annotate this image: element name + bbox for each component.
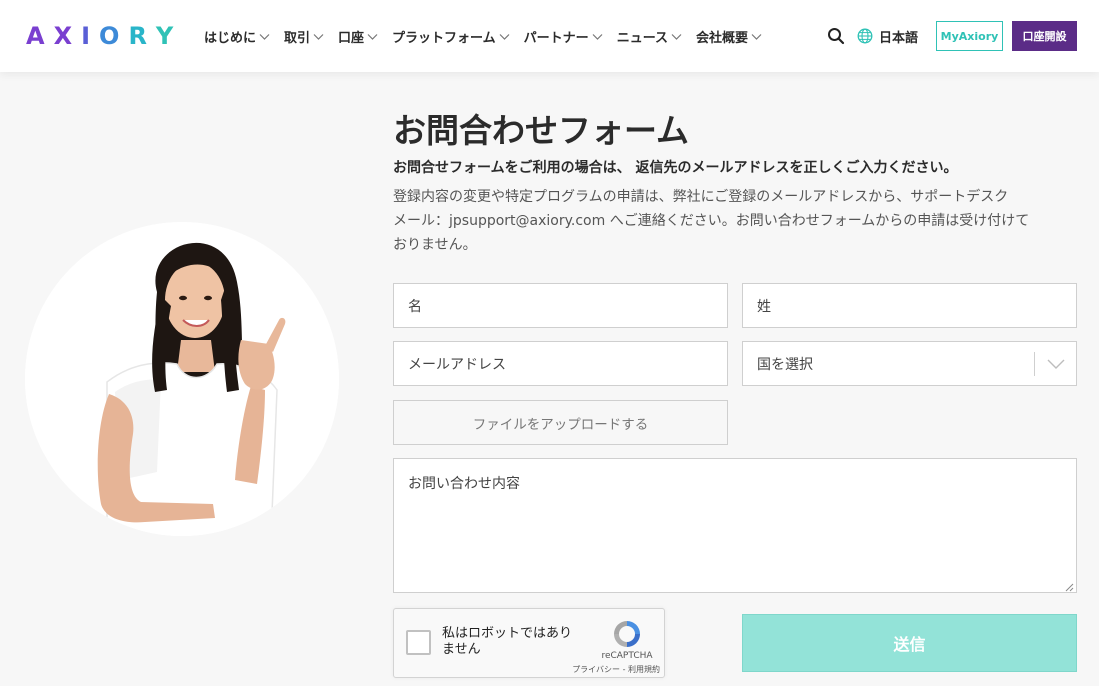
logo-letter: O: [99, 22, 129, 50]
file-upload-label: ファイルをアップロードする: [472, 416, 649, 433]
nav-item-label: ニュース: [616, 30, 669, 46]
chevron-down-icon: [313, 31, 324, 42]
recaptcha-brand: reCAPTCHA: [601, 651, 653, 661]
last-name-field[interactable]: 姓: [742, 283, 1077, 328]
search-icon[interactable]: [827, 27, 845, 45]
chevron-down-icon: [592, 31, 603, 42]
recaptcha-links[interactable]: プライバシー - 利用規約: [554, 664, 660, 675]
select-divider: [1034, 352, 1035, 376]
support-agent-photo: [25, 222, 339, 536]
description-line: 登録内容の変更や特定プログラムの申請は、弊社にご登録のメールアドレスから、サポー…: [393, 189, 1009, 205]
captcha-label: 私はロボットではありません: [442, 626, 573, 657]
nav-item-label: パートナー: [523, 30, 589, 46]
nav-item-getting-started[interactable]: はじめに: [204, 27, 270, 46]
nav-item-accounts[interactable]: 口座: [338, 27, 378, 46]
recaptcha-widget: 私はロボットではありません reCAPTCHA プライバシー - 利用規約: [393, 608, 665, 678]
message-textarea[interactable]: お問い合わせ内容: [393, 458, 1077, 593]
logo-letter: Y: [155, 22, 183, 50]
nav-item-label: プラットフォーム: [392, 30, 496, 46]
chevron-down-icon: [1046, 355, 1066, 373]
header-actions: 日本語 MyAxiory 口座開設: [827, 0, 1077, 72]
message-placeholder: お問い合わせ内容: [408, 476, 520, 492]
nav-item-trading[interactable]: 取引: [284, 27, 324, 46]
country-select[interactable]: 国を選択: [742, 341, 1077, 386]
lead-text: お問合せフォームをご利用の場合は、 返信先のメールアドレスを正しくご入力ください…: [393, 160, 958, 176]
logo-letter: X: [53, 22, 82, 50]
open-account-button[interactable]: 口座開設: [1012, 21, 1077, 51]
captcha-checkbox[interactable]: [406, 630, 431, 655]
chevron-down-icon: [751, 31, 762, 42]
logo-letter: A: [26, 22, 54, 50]
page-title: お問合わせフォーム: [393, 111, 690, 150]
nav-item-label: はじめに: [204, 30, 257, 46]
language-selector[interactable]: 日本語: [879, 27, 918, 46]
nav-item-partners[interactable]: パートナー: [524, 27, 603, 46]
nav-item-label: 口座: [338, 30, 365, 46]
chevron-down-icon: [499, 31, 510, 42]
last-name-placeholder: 姓: [757, 298, 771, 315]
site-header: A X I O R Y はじめに 取引 口座 プラットフォーム パートナー ニュ…: [0, 0, 1099, 72]
submit-button[interactable]: 送信: [742, 614, 1077, 672]
main-nav: はじめに 取引 口座 プラットフォーム パートナー ニュース 会社概要: [204, 0, 776, 72]
nav-item-platforms[interactable]: プラットフォーム: [392, 27, 510, 46]
recaptcha-logo-icon: [611, 618, 643, 650]
first-name-placeholder: 名: [408, 298, 422, 315]
description: 登録内容の変更や特定プログラムの申請は、弊社にご登録のメールアドレスから、サポー…: [393, 185, 1083, 257]
logo-letter: I: [81, 22, 100, 50]
description-line: おりません。: [393, 237, 477, 253]
nav-item-label: 会社概要: [696, 30, 749, 46]
logo-letter: R: [128, 22, 156, 50]
email-field[interactable]: メールアドレス: [393, 341, 728, 386]
chevron-down-icon: [259, 31, 270, 42]
file-upload-button[interactable]: ファイルをアップロードする: [393, 400, 728, 445]
resize-handle-icon[interactable]: [1064, 580, 1074, 592]
nav-item-news[interactable]: ニュース: [617, 27, 682, 46]
email-placeholder: メールアドレス: [408, 356, 506, 373]
axiory-logo[interactable]: A X I O R Y: [26, 22, 182, 50]
description-line: メール：jpsupport@axiory.com へご連絡ください。お問い合わせ…: [393, 213, 1030, 229]
nav-item-company[interactable]: 会社概要: [696, 27, 762, 46]
nav-item-label: 取引: [284, 30, 311, 46]
myaxiory-button[interactable]: MyAxiory: [936, 21, 1003, 51]
country-selected-value: 国を選択: [757, 356, 813, 373]
globe-icon: [857, 28, 873, 44]
first-name-field[interactable]: 名: [393, 283, 728, 328]
chevron-down-icon: [671, 31, 682, 42]
chevron-down-icon: [367, 31, 378, 42]
